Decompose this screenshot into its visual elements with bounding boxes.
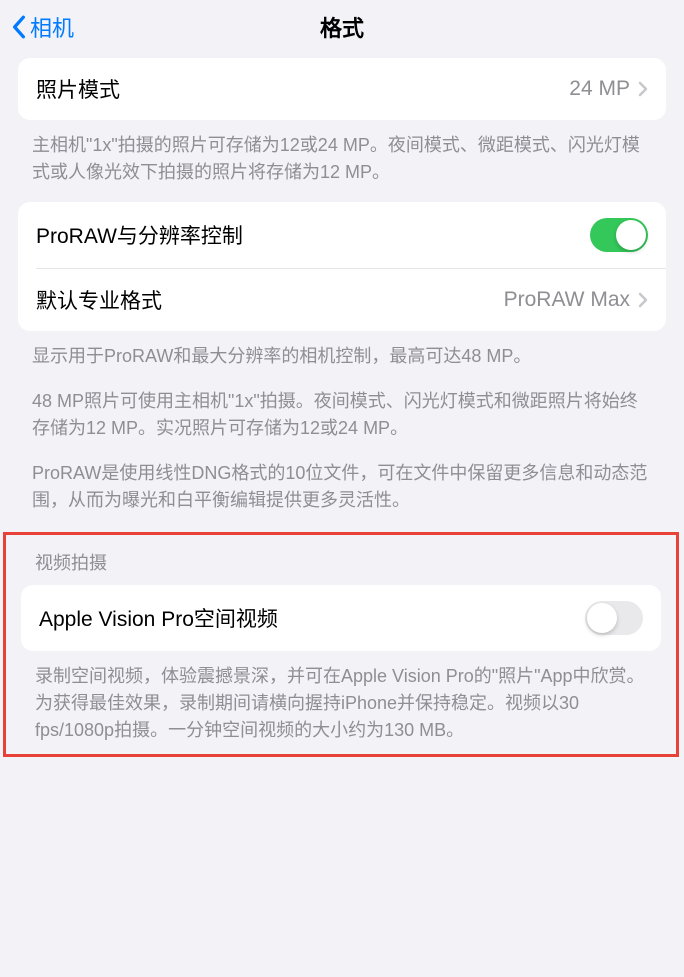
- back-label: 相机: [30, 11, 74, 43]
- list-group: Apple Vision Pro空间视频: [21, 585, 661, 651]
- section-footer: 录制空间视频，体验震撼景深，并可在Apple Vision Pro的"照片"Ap…: [6, 651, 676, 744]
- footer-text: 主相机"1x"拍摄的照片可存储为12或24 MP。夜间模式、微距模式、闪光灯模式…: [32, 132, 652, 186]
- chevron-right-icon: [638, 81, 648, 97]
- nav-header: 相机 格式: [0, 0, 684, 54]
- photo-mode-label: 照片模式: [36, 74, 569, 104]
- spatial-video-toggle[interactable]: [585, 601, 643, 635]
- chevron-right-icon: [638, 292, 648, 308]
- proraw-control-label: ProRAW与分辨率控制: [36, 220, 590, 250]
- photo-mode-row[interactable]: 照片模式 24 MP: [18, 58, 666, 120]
- section-footer: 显示用于ProRAW和最大分辨率的相机控制，最高可达48 MP。 48 MP照片…: [0, 331, 684, 514]
- default-pro-format-row[interactable]: 默认专业格式 ProRAW Max: [18, 269, 666, 331]
- spatial-video-label: Apple Vision Pro空间视频: [39, 603, 585, 633]
- section-footer: 主相机"1x"拍摄的照片可存储为12或24 MP。夜间模式、微距模式、闪光灯模式…: [0, 120, 684, 186]
- default-pro-format-value: ProRAW Max: [504, 288, 630, 312]
- list-group: ProRAW与分辨率控制 默认专业格式 ProRAW Max: [18, 202, 666, 331]
- proraw-control-row[interactable]: ProRAW与分辨率控制: [18, 202, 666, 268]
- default-pro-format-label: 默认专业格式: [36, 285, 504, 315]
- footer-text: 录制空间视频，体验震撼景深，并可在Apple Vision Pro的"照片"Ap…: [35, 663, 647, 744]
- photo-mode-value: 24 MP: [569, 77, 630, 101]
- list-group: 照片模式 24 MP: [18, 58, 666, 120]
- toggle-knob: [587, 603, 617, 633]
- toggle-knob: [616, 220, 646, 250]
- chevron-left-icon: [12, 15, 26, 39]
- footer-text-2: 48 MP照片可使用主相机"1x"拍摄。夜间模式、闪光灯模式和微距照片将始终存储…: [32, 388, 652, 442]
- section-header: 视频拍摄: [6, 535, 676, 585]
- proraw-toggle[interactable]: [590, 218, 648, 252]
- page-title: 格式: [320, 11, 364, 43]
- photo-mode-section: 照片模式 24 MP 主相机"1x"拍摄的照片可存储为12或24 MP。夜间模式…: [0, 58, 684, 186]
- footer-text-3: ProRAW是使用线性DNG格式的10位文件，可在文件中保留更多信息和动态范围，…: [32, 460, 652, 514]
- proraw-section: ProRAW与分辨率控制 默认专业格式 ProRAW Max 显示用于ProRA…: [0, 202, 684, 514]
- footer-text-1: 显示用于ProRAW和最大分辨率的相机控制，最高可达48 MP。: [32, 343, 652, 370]
- spatial-video-row[interactable]: Apple Vision Pro空间视频: [21, 585, 661, 651]
- highlight-annotation: 视频拍摄 Apple Vision Pro空间视频 录制空间视频，体验震撼景深，…: [3, 532, 679, 757]
- back-button[interactable]: 相机: [12, 11, 74, 43]
